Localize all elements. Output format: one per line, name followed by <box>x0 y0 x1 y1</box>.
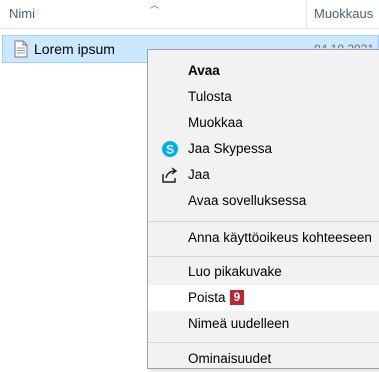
sort-chevron-up-icon: ︿ <box>150 0 160 10</box>
context-menu: Avaa Tulosta Muokkaa S Jaa Skypessa Jaa … <box>147 49 379 369</box>
menu-item-label: Poista <box>188 290 226 305</box>
menu-item-label: Anna käyttöoikeus kohteeseen <box>188 230 372 245</box>
menu-item-label: Nimeä uudelleen <box>188 316 290 331</box>
menu-item-delete[interactable]: Poista 9 <box>148 285 379 311</box>
file-icon <box>14 40 28 58</box>
menu-item-give-access[interactable]: Anna käyttöoikeus kohteeseen <box>148 225 379 251</box>
file-name: Lorem ipsum <box>34 41 115 57</box>
menu-separator <box>148 221 379 222</box>
menu-item-open[interactable]: Avaa <box>148 58 379 84</box>
column-header-name[interactable]: Nimi <box>9 6 35 21</box>
shortcut-badge: 9 <box>229 290 245 305</box>
menu-item-share[interactable]: Jaa <box>148 162 379 188</box>
menu-item-rename[interactable]: Nimeä uudelleen <box>148 311 379 337</box>
list-header: ︿ Nimi Muokkaus <box>0 0 379 29</box>
menu-separator <box>148 256 379 257</box>
menu-item-print[interactable]: Tulosta <box>148 84 379 110</box>
menu-item-label: Avaa <box>188 63 220 78</box>
menu-separator <box>148 342 379 343</box>
share-icon <box>162 167 178 183</box>
menu-item-label: Jaa Skypessa <box>188 141 273 156</box>
menu-item-label: Jaa <box>188 167 210 182</box>
menu-item-open-with[interactable]: Avaa sovelluksessa <box>148 188 379 214</box>
menu-item-label: Tulosta <box>188 89 232 104</box>
menu-item-properties[interactable]: Ominaisuudet <box>148 346 379 372</box>
menu-item-label: Avaa sovelluksessa <box>188 193 307 208</box>
menu-item-delete-wrapper: Poista 9 <box>188 290 245 305</box>
menu-item-edit[interactable]: Muokkaa <box>148 110 379 136</box>
column-header-modified[interactable]: Muokkaus <box>314 6 373 21</box>
svg-text:S: S <box>166 143 174 157</box>
skype-icon: S <box>162 141 178 157</box>
menu-item-label: Ominaisuudet <box>188 351 272 366</box>
menu-item-create-shortcut[interactable]: Luo pikakuvake <box>148 259 379 285</box>
menu-item-share-skype[interactable]: S Jaa Skypessa <box>148 136 379 162</box>
menu-item-label: Luo pikakuvake <box>188 264 282 279</box>
column-divider[interactable] <box>306 0 307 28</box>
menu-item-label: Muokkaa <box>188 115 243 130</box>
